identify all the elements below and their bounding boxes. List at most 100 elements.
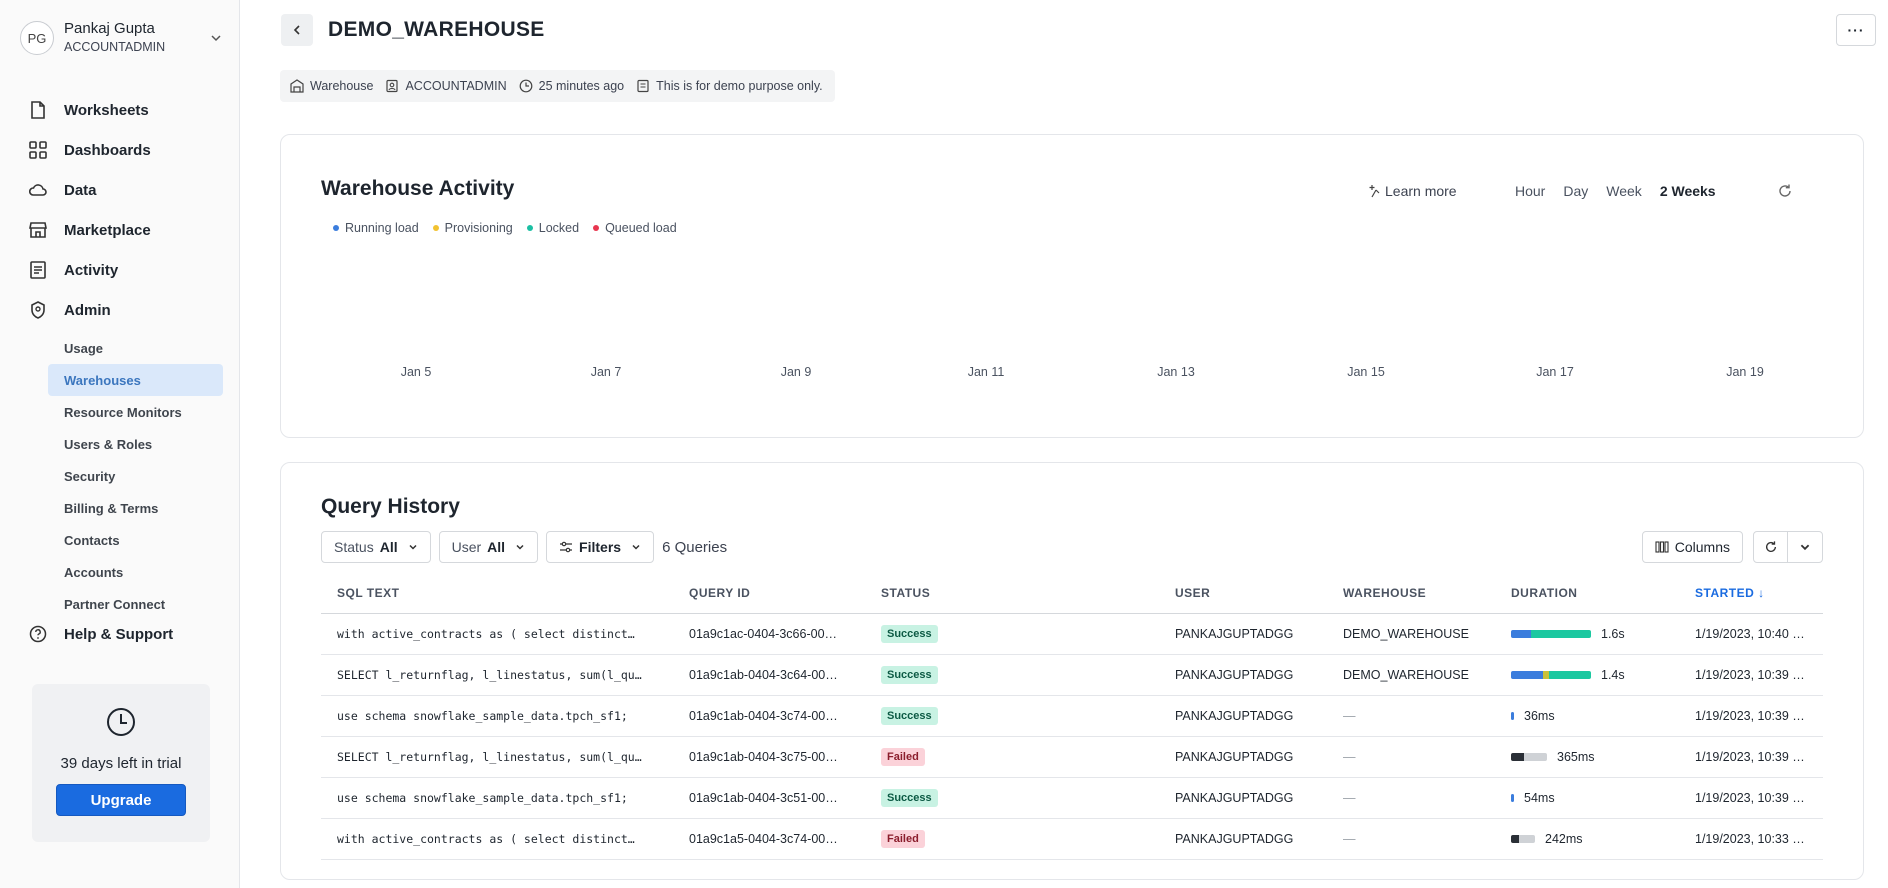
learn-more-link[interactable]: Learn more [1367, 183, 1457, 199]
nav-help-support[interactable]: Help & Support [28, 614, 173, 654]
subnav-security[interactable]: Security [48, 460, 223, 492]
sliders-icon [560, 541, 573, 553]
col-query-id[interactable]: QUERY ID [673, 573, 865, 614]
duration-bar [1511, 752, 1547, 761]
duration-bar [1511, 793, 1514, 802]
nav-label: Worksheets [64, 101, 149, 119]
subnav-billing-terms[interactable]: Billing & Terms [48, 492, 223, 524]
nav-admin[interactable]: Admin [28, 290, 228, 330]
cell-warehouse: — [1327, 818, 1495, 860]
subnav-resource-monitors[interactable]: Resource Monitors [48, 396, 223, 428]
warehouse-activity-card: Warehouse Activity Running load Provisio… [280, 134, 1864, 438]
table-row[interactable]: use schema snowflake_sample_data.tpch_sf… [321, 695, 1823, 737]
nav-label: Help & Support [64, 625, 174, 643]
filters-button[interactable]: Filters [546, 531, 655, 563]
sparkle-icon [1369, 185, 1380, 198]
user-filter[interactable]: User All [438, 531, 539, 563]
range-day[interactable]: Day [1563, 183, 1588, 199]
cloud-icon [28, 180, 48, 200]
cell-user: PANKAJGUPTADGG [1159, 654, 1327, 696]
cell-user: PANKAJGUPTADGG [1159, 736, 1327, 778]
cell-warehouse: DEMO_WAREHOUSE [1327, 613, 1495, 655]
duration-bar [1511, 629, 1591, 638]
role-icon [386, 79, 399, 93]
legend-locked: Locked [526, 221, 579, 235]
table-row[interactable]: with active_contracts as ( select distin… [321, 818, 1823, 860]
shield-icon [28, 300, 48, 320]
back-button[interactable] [281, 14, 313, 46]
cell-status: Success [865, 613, 1159, 655]
refresh-options-button[interactable] [1788, 532, 1822, 562]
nav-worksheets[interactable]: Worksheets [28, 90, 228, 130]
duration-segment [1531, 629, 1591, 638]
duration-segment [1511, 752, 1524, 761]
range-hour[interactable]: Hour [1515, 183, 1545, 199]
duration-segment [1511, 834, 1520, 843]
avatar: PG [20, 21, 54, 55]
cell-duration: 54ms [1495, 777, 1679, 819]
document-icon [28, 100, 48, 120]
col-started[interactable]: STARTED ↓ [1679, 573, 1823, 614]
activity-legend: Running load Provisioning Locked Queued … [333, 221, 691, 235]
cell-query-id: 01a9c1a5-0404-3c74-00… [673, 818, 865, 860]
columns-button[interactable]: Columns [1641, 531, 1743, 563]
status-filter[interactable]: Status All [321, 531, 431, 563]
duration-segment [1511, 793, 1514, 802]
table-row[interactable]: SELECT l_returnflag, l_linestatus, sum(l… [321, 736, 1823, 778]
tick-label: Jan 11 [967, 365, 1005, 379]
meta-type: Warehouse [310, 79, 374, 93]
nav-label: Admin [64, 301, 111, 319]
tick-label: Jan 17 [1536, 365, 1574, 379]
cell-duration: 242ms [1495, 818, 1679, 860]
comment-icon [637, 79, 649, 93]
nav-label: Data [64, 181, 97, 199]
cell-duration: 1.6s [1495, 613, 1679, 655]
status-badge: Failed [881, 747, 925, 766]
cell-duration: 365ms [1495, 736, 1679, 778]
subnav-accounts[interactable]: Accounts [48, 556, 223, 588]
user-role: ACCOUNTADMIN [64, 40, 166, 54]
upgrade-button[interactable]: Upgrade [56, 784, 186, 816]
query-history-table: SQL TEXT QUERY ID STATUS USER WAREHOUSE … [321, 573, 1823, 860]
col-status[interactable]: STATUS [865, 573, 1159, 614]
col-warehouse[interactable]: WAREHOUSE [1327, 573, 1495, 614]
status-badge: Success [881, 665, 938, 684]
chevron-down-icon [516, 544, 524, 550]
status-badge: Success [881, 706, 938, 725]
subnav-users-roles[interactable]: Users & Roles [48, 428, 223, 460]
nav-activity[interactable]: Activity [28, 250, 228, 290]
col-sql-text[interactable]: SQL TEXT [321, 573, 673, 614]
user-menu[interactable]: PG Pankaj Gupta ACCOUNTADMIN [20, 18, 224, 58]
col-duration[interactable]: DURATION [1495, 573, 1679, 614]
nav-data[interactable]: Data [28, 170, 228, 210]
chevron-down-icon [632, 544, 640, 550]
table-row[interactable]: with active_contracts as ( select distin… [321, 613, 1823, 655]
more-options-button[interactable]: ··· [1836, 14, 1876, 46]
legend-provisioning: Provisioning [432, 221, 513, 235]
cell-query-id: 01a9c1ab-0404-3c75-00… [673, 736, 865, 778]
col-user[interactable]: USER [1159, 573, 1327, 614]
duration-segment [1511, 629, 1531, 638]
meta-owner: ACCOUNTADMIN [405, 79, 507, 93]
list-icon [28, 260, 48, 280]
range-2-weeks[interactable]: 2 Weeks [1660, 183, 1716, 199]
tick-label: Jan 19 [1726, 365, 1764, 379]
subnav-usage[interactable]: Usage [48, 332, 223, 364]
main-content: DEMO_WAREHOUSE ··· Warehouse ACCOUNTADMI… [241, 0, 1888, 888]
cell-started: 1/19/2023, 10:39 … [1679, 777, 1823, 819]
duration-label: 242ms [1545, 831, 1583, 846]
subnav-warehouses[interactable]: Warehouses [48, 364, 223, 396]
subnav-contacts[interactable]: Contacts [48, 524, 223, 556]
duration-label: 1.6s [1601, 626, 1625, 641]
table-row[interactable]: use schema snowflake_sample_data.tpch_sf… [321, 777, 1823, 819]
refresh-icon[interactable] [1777, 183, 1793, 199]
nav-dashboards[interactable]: Dashboards [28, 130, 228, 170]
table-row[interactable]: SELECT l_returnflag, l_linestatus, sum(l… [321, 654, 1823, 696]
cell-user: PANKAJGUPTADGG [1159, 777, 1327, 819]
range-week[interactable]: Week [1606, 183, 1642, 199]
nav-marketplace[interactable]: Marketplace [28, 210, 228, 250]
sidebar: PG Pankaj Gupta ACCOUNTADMIN Worksheets … [0, 0, 240, 888]
refresh-button[interactable] [1754, 532, 1788, 562]
duration-label: 36ms [1524, 708, 1555, 723]
time-range-selector: Hour Day Week 2 Weeks [1515, 183, 1734, 199]
